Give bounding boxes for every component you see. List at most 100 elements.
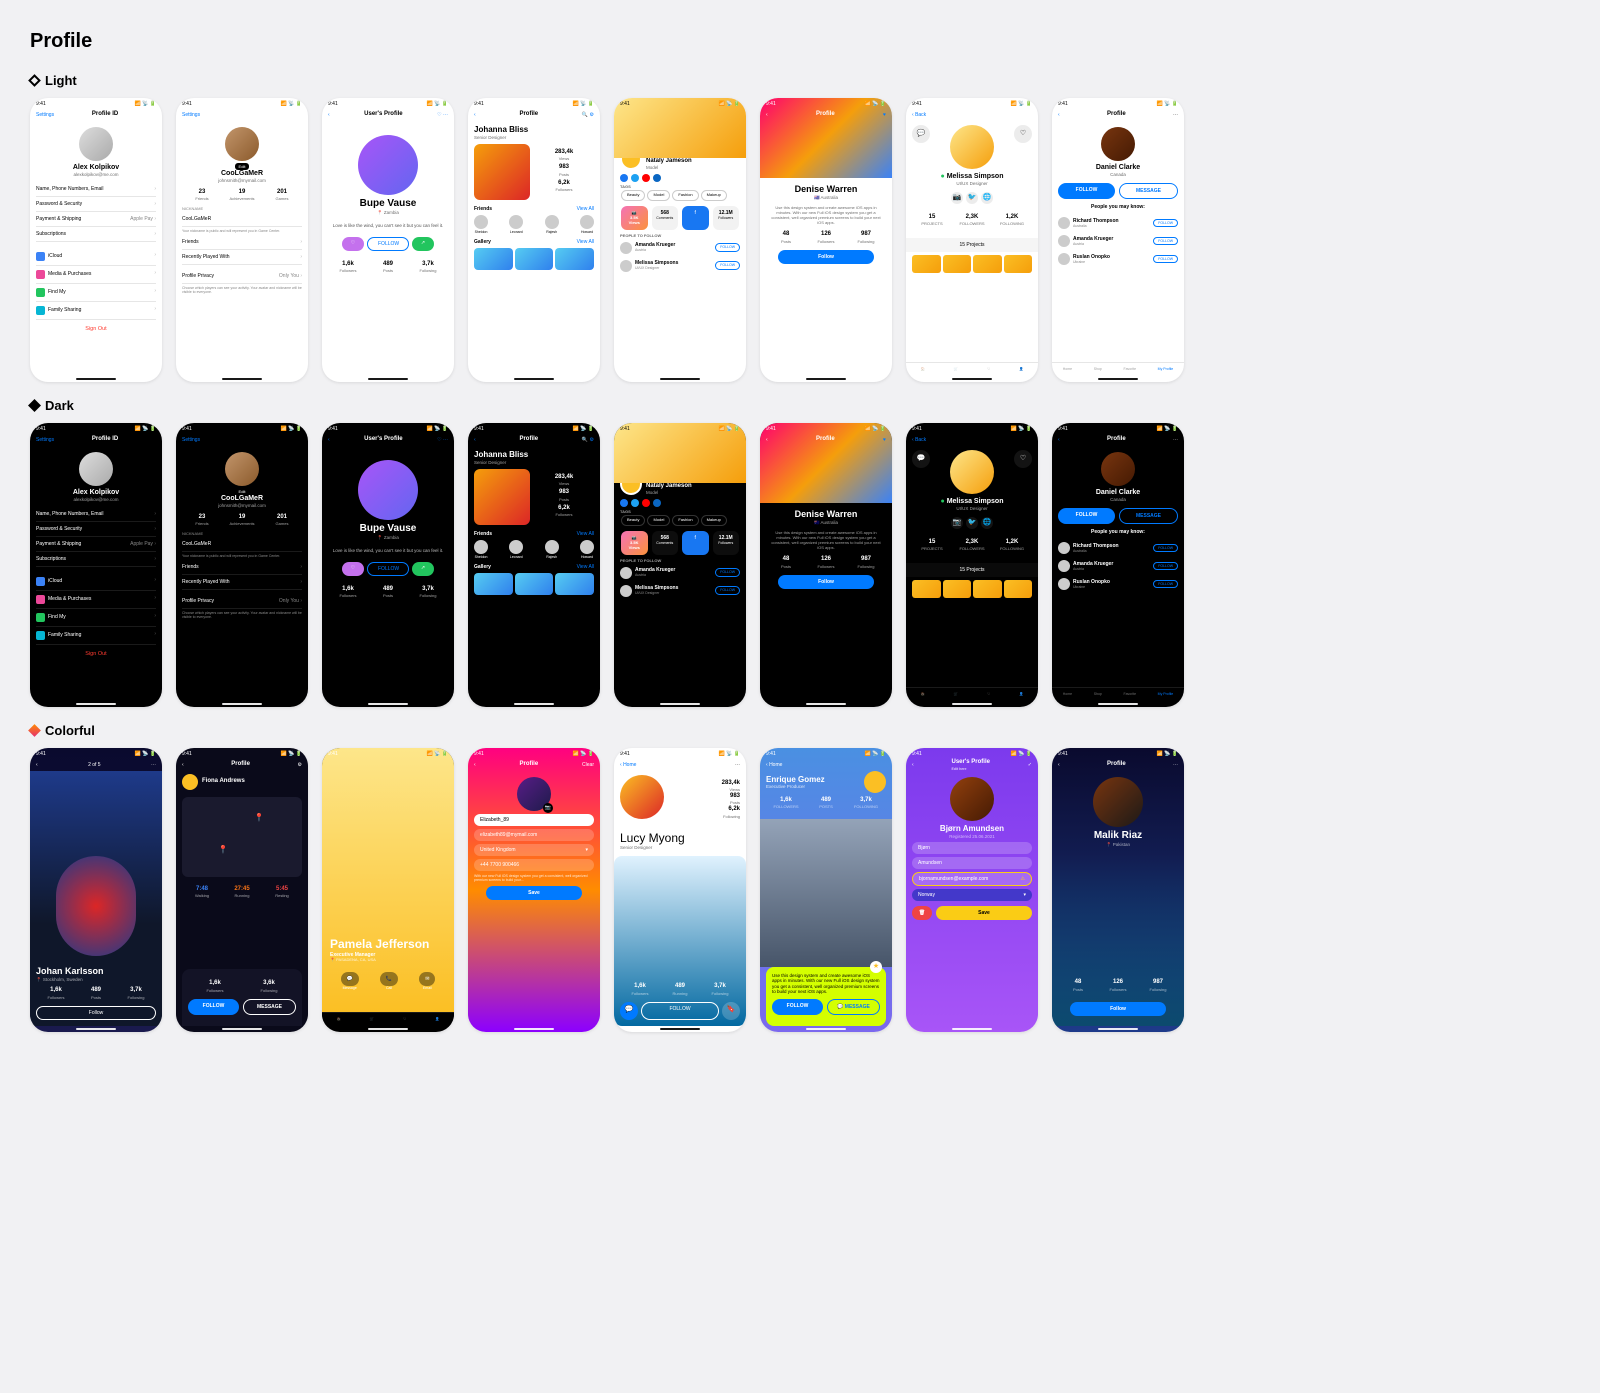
avatar[interactable] bbox=[950, 125, 994, 169]
back-icon[interactable]: ‹ bbox=[328, 112, 330, 118]
person-row[interactable]: Melissa SimpsonsUI/UX DesignerFOLLOW bbox=[620, 257, 740, 275]
viewall-button[interactable]: View All bbox=[577, 206, 594, 212]
gallery[interactable] bbox=[474, 248, 594, 270]
row-findmy[interactable]: Find My› bbox=[36, 284, 156, 302]
row-subscriptions[interactable]: Subscriptions› bbox=[36, 552, 156, 567]
follow-button[interactable]: Follow bbox=[778, 250, 874, 264]
signout-button[interactable]: Sign Out bbox=[36, 645, 156, 664]
row-name-phone[interactable]: Name, Phone Numbers, Email› bbox=[36, 507, 156, 522]
search-icon[interactable]: 🔍 ⚙ bbox=[582, 112, 594, 118]
follow-button[interactable]: FOLLOW bbox=[641, 1002, 719, 1020]
follow-button[interactable]: FOLLOW bbox=[367, 237, 409, 251]
back-button[interactable]: Settings bbox=[182, 437, 200, 443]
avatar[interactable]: 📷 bbox=[517, 777, 551, 811]
row-password[interactable]: Password & Security› bbox=[36, 197, 156, 212]
back-icon[interactable]: ‹ bbox=[1058, 112, 1060, 118]
avatar[interactable] bbox=[864, 771, 886, 793]
edit-button[interactable]: Edit bbox=[235, 488, 250, 495]
gallery[interactable] bbox=[474, 573, 594, 595]
heart-icon[interactable]: ♡ ⋯ bbox=[437, 112, 448, 118]
back-button[interactable]: ‹ Home bbox=[766, 762, 782, 768]
heart-icon[interactable]: ♡ bbox=[1014, 125, 1032, 143]
firstname-input[interactable]: Bjørn bbox=[912, 842, 1032, 854]
back-icon[interactable]: ‹ bbox=[1058, 437, 1060, 443]
follow-button[interactable]: FOLLOW bbox=[715, 243, 740, 251]
edit-button[interactable]: Edit bbox=[235, 163, 250, 170]
avatar[interactable] bbox=[620, 158, 642, 170]
back-icon[interactable]: ‹ bbox=[328, 437, 330, 443]
row-friends[interactable]: Friends› bbox=[182, 235, 302, 250]
message-button[interactable]: MESSAGE bbox=[1119, 183, 1178, 199]
row-payment[interactable]: Payment & ShippingApple Pay › bbox=[36, 212, 156, 227]
back-icon[interactable]: ‹ bbox=[766, 112, 768, 118]
viewall-button[interactable]: View All bbox=[577, 531, 594, 537]
follow-button[interactable]: FOLLOW bbox=[715, 261, 740, 269]
username-input[interactable]: Elizabeth_89 bbox=[474, 814, 594, 826]
star-icon[interactable]: ★ bbox=[870, 961, 882, 973]
signout-button[interactable]: Sign Out bbox=[36, 320, 156, 339]
back-icon[interactable]: ‹ bbox=[766, 437, 768, 443]
back-icon[interactable]: ‹ bbox=[1058, 762, 1060, 768]
row-family[interactable]: Family Sharing› bbox=[36, 302, 156, 320]
follow-button[interactable]: FOLLOW bbox=[188, 999, 239, 1015]
back-icon[interactable]: ‹ bbox=[474, 762, 476, 768]
like-button[interactable]: ♡ bbox=[342, 237, 364, 251]
row-icloud[interactable]: iCloud› bbox=[36, 573, 156, 591]
back-button[interactable]: ‹ Back bbox=[912, 437, 926, 443]
map[interactable]: 📍📍 bbox=[182, 797, 302, 877]
follow-button[interactable]: FOLLOW bbox=[772, 999, 823, 1015]
follow-button[interactable]: Follow bbox=[1070, 1002, 1166, 1016]
email-input[interactable]: elizabeth89@mymail.com bbox=[474, 829, 594, 841]
follow-button[interactable]: Follow bbox=[36, 1006, 156, 1020]
follow-button[interactable]: FOLLOW bbox=[715, 568, 740, 576]
bookmark-button[interactable]: 🔖 bbox=[722, 1002, 740, 1020]
avatar[interactable] bbox=[950, 450, 994, 494]
row-payment[interactable]: Payment & ShippingApple Pay › bbox=[36, 537, 156, 552]
back-icon[interactable]: ‹ bbox=[182, 762, 184, 768]
person-row[interactable]: Amanda KruegerAustriaFOLLOW bbox=[620, 239, 740, 257]
back-icon[interactable]: ‹ bbox=[912, 762, 914, 768]
country-input[interactable]: United Kingdom ▾ bbox=[474, 844, 594, 856]
avatar[interactable] bbox=[79, 127, 113, 161]
country-input[interactable]: Norway ▾ bbox=[912, 889, 1032, 901]
avatar[interactable] bbox=[358, 135, 418, 195]
avatar[interactable] bbox=[1101, 127, 1135, 161]
share-button[interactable]: ↗ bbox=[412, 562, 434, 576]
heart-icon[interactable]: ♥ bbox=[883, 112, 886, 118]
avatar[interactable] bbox=[358, 460, 418, 520]
avatar[interactable] bbox=[225, 452, 259, 486]
row-friends[interactable]: Friends› bbox=[182, 560, 302, 575]
call-button[interactable]: 📞 bbox=[380, 972, 398, 986]
person-row[interactable]: Amanda KruegerAustriaFOLLOW bbox=[620, 564, 740, 582]
more-icon[interactable]: ⋯ bbox=[1173, 762, 1178, 768]
search-icon[interactable]: 🔍 ⚙ bbox=[582, 437, 594, 443]
settings-icon[interactable]: ⚙ bbox=[298, 762, 302, 768]
back-icon[interactable]: ‹ bbox=[474, 112, 476, 118]
more-icon[interactable]: ⋯ bbox=[735, 762, 740, 768]
more-icon[interactable]: ⋯ bbox=[1173, 112, 1178, 118]
follow-button[interactable]: Follow bbox=[778, 575, 874, 589]
back-icon[interactable]: ‹ bbox=[474, 437, 476, 443]
delete-button[interactable]: 🗑 bbox=[912, 906, 932, 920]
profile-photo[interactable] bbox=[474, 469, 530, 525]
chat-button[interactable]: 💬 bbox=[620, 1002, 638, 1020]
back-button[interactable]: Settings bbox=[36, 112, 54, 118]
save-button[interactable]: Save bbox=[486, 886, 582, 900]
follow-button[interactable]: FOLLOW bbox=[1058, 183, 1115, 199]
profile-photo[interactable] bbox=[474, 144, 530, 200]
follow-button[interactable]: FOLLOW bbox=[367, 562, 409, 576]
message-icon[interactable]: 💬 bbox=[912, 125, 930, 143]
avatar[interactable] bbox=[620, 483, 642, 495]
share-button[interactable]: ↗ bbox=[412, 237, 434, 251]
heart-icon[interactable]: ♡ bbox=[1014, 450, 1032, 468]
clear-button[interactable]: Clear bbox=[582, 762, 594, 768]
avatar[interactable] bbox=[1093, 777, 1143, 827]
row-privacy[interactable]: Profile PrivacyOnly You › bbox=[182, 269, 302, 284]
back-button[interactable]: Settings bbox=[182, 112, 200, 118]
avatar[interactable] bbox=[225, 127, 259, 161]
avatar[interactable] bbox=[79, 452, 113, 486]
avatar[interactable] bbox=[1101, 452, 1135, 486]
person-row[interactable]: Melissa SimpsonsUI/UX DesignerFOLLOW bbox=[620, 582, 740, 600]
row-recent[interactable]: Recently Played With› bbox=[182, 575, 302, 590]
phone-input[interactable]: +44 7700 900466 bbox=[474, 859, 594, 871]
